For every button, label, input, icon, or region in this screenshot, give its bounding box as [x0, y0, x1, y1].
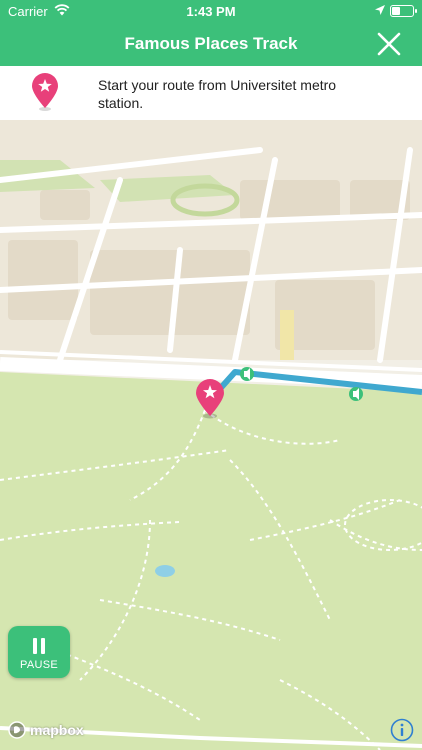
- clock: 1:43 PM: [186, 4, 236, 19]
- info-icon[interactable]: [390, 718, 414, 742]
- page-title: Famous Places Track: [124, 34, 298, 53]
- mapbox-logo-icon: [8, 721, 26, 739]
- close-icon[interactable]: [376, 31, 402, 57]
- waypoint-icon[interactable]: [240, 367, 254, 381]
- pause-icon: [33, 638, 45, 654]
- mapbox-label: mapbox: [30, 722, 84, 738]
- status-bar: Carrier 1:43 PM: [0, 0, 422, 22]
- instruction-banner: Start your route from Universitet metro …: [0, 66, 422, 120]
- pause-label: PAUSE: [20, 659, 58, 671]
- nav-bar: Famous Places Track: [0, 22, 422, 66]
- instruction-text: Start your route from Universitet metro …: [98, 77, 337, 111]
- pause-button[interactable]: PAUSE: [8, 626, 70, 678]
- battery-icon: [390, 5, 417, 17]
- waypoint-icon[interactable]: [349, 387, 363, 401]
- star-pin-icon: [32, 73, 58, 111]
- location-arrow-icon: [375, 5, 385, 15]
- mapbox-logo: mapbox: [8, 720, 84, 740]
